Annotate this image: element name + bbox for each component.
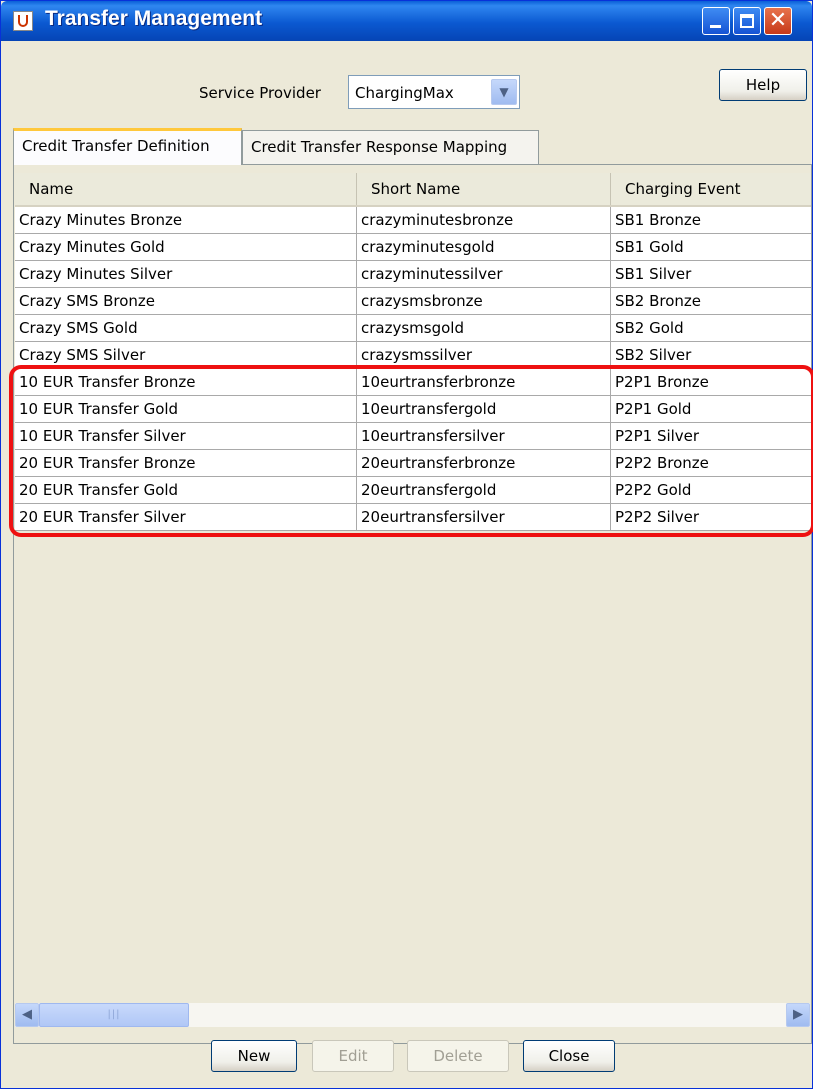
maximize-button[interactable] — [733, 7, 761, 35]
close-button[interactable]: Close — [523, 1040, 615, 1072]
cell-short-name: crazysmsbronze — [357, 288, 611, 314]
cell-charging-event: P2P2 Gold — [615, 481, 692, 499]
tab-credit-transfer-definition[interactable]: Credit Transfer Definition — [13, 128, 242, 165]
cell-name: 20 EUR Transfer Silver — [15, 504, 357, 530]
delete-button[interactable]: Delete — [407, 1040, 509, 1072]
cell-charging-event: SB2 Bronze — [615, 292, 702, 310]
cell-short-name: 10eurtransfergold — [357, 396, 611, 422]
column-header-short-name[interactable]: Short Name — [357, 173, 611, 205]
table-row[interactable]: 10 EUR Transfer Bronze 10eurtransferbronz… — [15, 369, 811, 396]
cell-charging-event: SB1 Bronze — [615, 211, 702, 229]
cell-charging-event: P2P1 Silver — [615, 427, 700, 445]
table-row[interactable]: Crazy Minutes Silver crazyminutessilver SB… — [15, 261, 811, 288]
table-row[interactable]: 20 EUR Transfer Silver 20eurtransfersilve… — [15, 504, 811, 531]
table-row[interactable]: 20 EUR Transfer Bronze 20eurtransferbronz… — [15, 450, 811, 477]
cell-short-name: 20eurtransfergold — [357, 477, 611, 503]
table-row[interactable]: 10 EUR Transfer Gold 10eurtransfergold P2P… — [15, 396, 811, 423]
table-header: Name Short Name Charging Event — [15, 173, 811, 207]
cell-short-name: crazyminutesgold — [357, 234, 611, 260]
cell-name: Crazy Minutes Bronze — [15, 207, 357, 233]
cell-charging-event: P2P2 Bronze — [615, 454, 709, 472]
cell-charging-event: P2P1 Gold — [615, 400, 692, 418]
service-provider-value: ChargingMax — [355, 84, 454, 102]
java-app-icon — [13, 11, 33, 31]
cell-charging-event: SB1 Silver — [615, 265, 692, 283]
cell-name: 10 EUR Transfer Gold — [15, 396, 357, 422]
table-row[interactable]: Crazy Minutes Bronze crazyminutesbronze SB… — [15, 207, 811, 234]
table-row[interactable]: Crazy SMS Gold crazysmsgold SB2 Gold — [15, 315, 811, 342]
cell-name: 10 EUR Transfer Bronze — [15, 369, 357, 395]
cell-charging-event: P2P2 Silver — [615, 508, 700, 526]
cell-charging-event: P2P1 Bronze — [615, 373, 709, 391]
transfer-management-window: Transfer Management ✕ Service Provider C… — [0, 0, 813, 1089]
cell-name: Crazy SMS Gold — [15, 315, 357, 341]
help-button[interactable]: Help — [719, 69, 807, 101]
service-provider-select[interactable]: ChargingMax ▼ — [348, 75, 520, 109]
scroll-left-arrow-icon[interactable]: ◀ — [15, 1003, 39, 1027]
minimize-button[interactable] — [702, 7, 730, 35]
scroll-right-arrow-icon[interactable]: ▶ — [786, 1003, 810, 1027]
service-provider-label: Service Provider — [199, 84, 321, 102]
chevron-down-icon[interactable]: ▼ — [491, 79, 517, 105]
window-close-button[interactable]: ✕ — [764, 7, 792, 35]
cell-charging-event: SB1 Gold — [615, 238, 684, 256]
cell-name: 20 EUR Transfer Gold — [15, 477, 357, 503]
cell-name: Crazy Minutes Gold — [15, 234, 357, 260]
table-row[interactable]: 10 EUR Transfer Silver 10eurtransfersilve… — [15, 423, 811, 450]
cell-name: Crazy SMS Silver — [15, 342, 357, 368]
column-header-charging-event[interactable]: Charging Event — [611, 173, 811, 205]
cell-charging-event: SB2 Gold — [615, 319, 684, 337]
cell-short-name: crazysmssilver — [357, 342, 611, 368]
table-row[interactable]: 20 EUR Transfer Gold 20eurtransfergold P2P… — [15, 477, 811, 504]
cell-short-name: crazyminutesbronze — [357, 207, 611, 233]
column-header-name[interactable]: Name — [15, 173, 357, 205]
cell-name: 20 EUR Transfer Bronze — [15, 450, 357, 476]
horizontal-scrollbar[interactable]: ◀ ||| ▶ — [15, 1003, 810, 1027]
cell-name: 10 EUR Transfer Silver — [15, 423, 357, 449]
table-body: Crazy Minutes Bronze crazyminutesbronze SB… — [15, 207, 811, 531]
title-bar[interactable]: Transfer Management ✕ — [1, 1, 812, 41]
cell-short-name: 20eurtransfersilver — [357, 504, 611, 530]
table-row[interactable]: Crazy SMS Bronze crazysmsbronze SB2 Bronze — [15, 288, 811, 315]
scrollbar-thumb[interactable]: ||| — [39, 1003, 189, 1027]
cell-name: Crazy SMS Bronze — [15, 288, 357, 314]
cell-short-name: 10eurtransfersilver — [357, 423, 611, 449]
cell-short-name: crazysmsgold — [357, 315, 611, 341]
tab-credit-transfer-response-mapping[interactable]: Credit Transfer Response Mapping — [242, 130, 539, 164]
edit-button[interactable]: Edit — [312, 1040, 394, 1072]
table-row[interactable]: Crazy SMS Silver crazysmssilver SB2 Silver — [15, 342, 811, 369]
cell-short-name: 10eurtransferbronze — [357, 369, 611, 395]
credit-transfer-table-panel: Name Short Name Charging Event Crazy Min… — [13, 164, 812, 1044]
cell-short-name: crazyminutessilver — [357, 261, 611, 287]
new-button[interactable]: New — [211, 1040, 297, 1072]
table-row[interactable]: Crazy Minutes Gold crazyminutesgold SB1 Go… — [15, 234, 811, 261]
cell-name: Crazy Minutes Silver — [15, 261, 357, 287]
cell-charging-event: SB2 Silver — [615, 346, 692, 364]
cell-short-name: 20eurtransferbronze — [357, 450, 611, 476]
window-title: Transfer Management — [45, 7, 263, 30]
close-icon: ✕ — [768, 8, 788, 33]
